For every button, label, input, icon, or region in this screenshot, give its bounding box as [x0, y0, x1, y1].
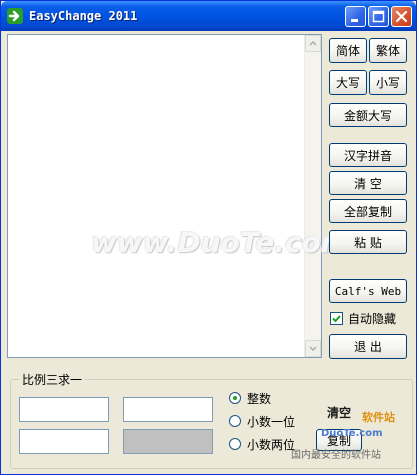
main-text-area[interactable] [7, 34, 322, 358]
paste-button[interactable]: 粘 贴 [329, 230, 407, 254]
chevron-down-icon [309, 346, 317, 352]
group-clear-button[interactable]: 清空 [316, 401, 362, 423]
amount-uppercase-button[interactable]: 金额大写 [329, 103, 407, 127]
radio-one-decimal-label: 小数一位 [247, 414, 296, 429]
radio-integer-label: 整数 [247, 391, 272, 406]
watermark-slogan: 国内最安全的软件站 [291, 450, 381, 461]
watermark-logo: www.DuoTe.com [91, 226, 350, 259]
minimize-icon [351, 19, 358, 22]
easychange-window: EasyChange 2011 www.DuoTe.com 简体 繁体 大写 小… [0, 0, 417, 475]
exit-button[interactable]: 退 出 [329, 334, 407, 359]
ratio-input-b[interactable] [123, 397, 213, 422]
watermark-site-label: 软件站 [362, 411, 395, 424]
checkmark-icon [332, 314, 341, 322]
ratio-result-field [123, 429, 213, 454]
arrow-right-icon [7, 8, 23, 24]
radio-one-decimal[interactable]: 小数一位 [229, 413, 295, 429]
ratio-group-title: 比例三求一 [19, 371, 86, 388]
auto-hide-label: 自动隐藏 [348, 311, 397, 326]
window-title: EasyChange 2011 [29, 9, 138, 23]
radio-integer-dot[interactable] [229, 392, 241, 404]
radio-two-decimal[interactable]: 小数两位 [229, 436, 295, 452]
minimize-button[interactable] [345, 6, 366, 27]
chevron-up-icon [309, 40, 317, 46]
scroll-up-button[interactable] [305, 35, 321, 52]
ratio-input-c[interactable] [19, 429, 109, 454]
uppercase-button[interactable]: 大写 [329, 70, 367, 95]
close-icon [395, 10, 408, 23]
pinyin-button[interactable]: 汉字拼音 [329, 143, 407, 167]
radio-two-decimal-label: 小数两位 [247, 437, 296, 452]
simplified-button[interactable]: 简体 [329, 38, 367, 63]
radio-integer[interactable]: 整数 [229, 390, 271, 406]
traditional-button[interactable]: 繁体 [369, 38, 407, 63]
auto-hide-option[interactable]: 自动隐藏 [330, 310, 396, 326]
lowercase-button[interactable]: 小写 [369, 70, 407, 95]
radio-one-decimal-dot[interactable] [229, 415, 241, 427]
maximize-icon [372, 10, 385, 23]
watermark-site-url: DuoTe.com [321, 428, 383, 439]
copy-all-button[interactable]: 全部复制 [329, 199, 407, 223]
auto-hide-checkbox[interactable] [330, 311, 343, 325]
scroll-down-button[interactable] [305, 340, 321, 357]
calfs-web-button[interactable]: Calf's Web [329, 279, 407, 303]
vertical-scrollbar[interactable] [304, 35, 321, 357]
radio-two-decimal-dot[interactable] [229, 438, 241, 450]
clear-button[interactable]: 清 空 [329, 171, 407, 195]
title-bar[interactable]: EasyChange 2011 [1, 1, 416, 31]
maximize-button[interactable] [368, 6, 389, 27]
ratio-input-a[interactable] [19, 397, 109, 422]
close-button[interactable] [391, 6, 412, 27]
